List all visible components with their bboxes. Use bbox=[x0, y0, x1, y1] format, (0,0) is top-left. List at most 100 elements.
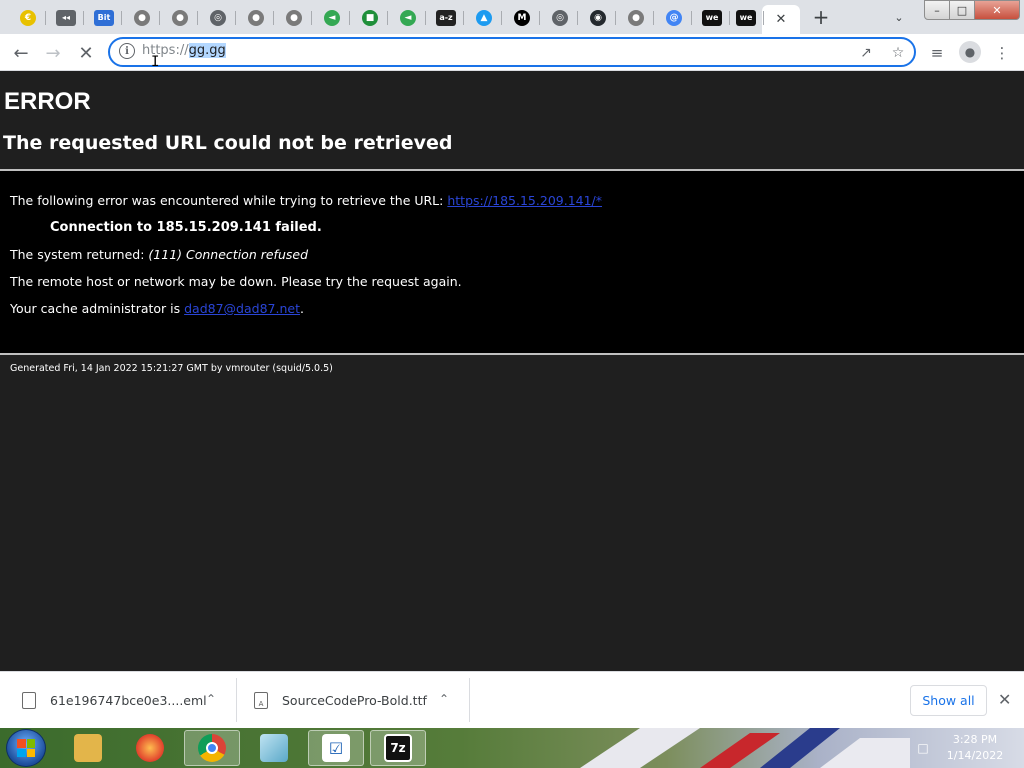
globe-icon: ● bbox=[628, 10, 644, 26]
github-icon: ◉ bbox=[590, 10, 606, 26]
page-content: ERROR The requested URL could not be ret… bbox=[0, 71, 1024, 671]
bit-icon: Bit bbox=[94, 10, 114, 26]
tab-separator bbox=[539, 11, 540, 25]
taskbar-notepad[interactable] bbox=[246, 730, 302, 766]
green-tag-icon: ■ bbox=[362, 10, 378, 26]
checklist-icon: ☑ bbox=[322, 734, 350, 762]
browser-tab[interactable]: ◄ bbox=[314, 5, 350, 31]
browser-tab[interactable]: ◎ bbox=[200, 5, 236, 31]
admin-email-link[interactable]: dad87@dad87.net bbox=[184, 301, 300, 316]
globe-icon: ● bbox=[248, 10, 264, 26]
tab-separator bbox=[311, 11, 312, 25]
tab-separator bbox=[501, 11, 502, 25]
system-clock[interactable]: 3:28 PM 1/14/2022 bbox=[940, 732, 1010, 764]
speaker-icon: ◂◂ bbox=[56, 10, 76, 26]
browser-tab[interactable]: ▲ bbox=[466, 5, 502, 31]
tab-separator bbox=[349, 11, 350, 25]
close-window-button[interactable]: ✕ bbox=[974, 0, 1020, 20]
site-info-icon[interactable]: i bbox=[119, 43, 135, 59]
tab-separator bbox=[45, 11, 46, 25]
az-icon: a-z bbox=[436, 10, 456, 26]
green-arrow-icon: ◄ bbox=[400, 10, 416, 26]
tab-search-button[interactable]: ⌄ bbox=[888, 7, 910, 27]
browser-tab[interactable]: a-z bbox=[428, 5, 464, 31]
tab-separator bbox=[159, 11, 160, 25]
download-item[interactable]: A SourceCodePro-Bold.ttf bbox=[254, 672, 427, 729]
windows-logo-icon bbox=[17, 739, 35, 757]
browser-tab[interactable]: ● bbox=[276, 5, 312, 31]
browser-tab[interactable]: ◉ bbox=[580, 5, 616, 31]
stop-loading-button[interactable]: ✕ bbox=[73, 40, 99, 66]
browser-tab[interactable]: M bbox=[504, 5, 540, 31]
maximize-button[interactable]: □ bbox=[949, 0, 975, 20]
tab-separator bbox=[197, 11, 198, 25]
chevron-up-icon[interactable]: ⌃ bbox=[439, 692, 449, 706]
text-cursor-icon: I bbox=[151, 54, 160, 70]
tab-separator bbox=[273, 11, 274, 25]
browser-tab[interactable]: we bbox=[694, 5, 730, 31]
browser-tab[interactable]: ● bbox=[618, 5, 654, 31]
browser-tab[interactable]: ◂◂ bbox=[48, 5, 84, 31]
show-all-downloads-button[interactable]: Show all bbox=[910, 685, 987, 716]
profile-avatar-icon[interactable]: ● bbox=[959, 41, 981, 63]
tab-separator bbox=[691, 11, 692, 25]
font-file-icon: A bbox=[254, 692, 268, 709]
cache-admin-line: Your cache administrator is dad87@dad87.… bbox=[10, 301, 304, 316]
network-tray-icon[interactable]: □ bbox=[915, 739, 931, 757]
close-tab-icon[interactable]: ✕ bbox=[776, 12, 787, 27]
browser-tab[interactable]: ◄ bbox=[390, 5, 426, 31]
browser-tab[interactable]: ■ bbox=[352, 5, 388, 31]
failed-url-link[interactable]: https://185.15.209.141/* bbox=[447, 193, 602, 208]
connection-failed-line: Connection to 185.15.209.141 failed. bbox=[50, 220, 322, 235]
browser-tab[interactable]: Bit bbox=[86, 5, 122, 31]
taskbar-tasklist[interactable]: ☑ bbox=[308, 730, 364, 766]
firefox-icon bbox=[136, 734, 164, 762]
menu-kebab-icon[interactable]: ⋮ bbox=[991, 42, 1013, 64]
browser-tab[interactable]: ● bbox=[124, 5, 160, 31]
share-icon[interactable]: ↗ bbox=[856, 43, 876, 63]
minimize-button[interactable]: – bbox=[924, 0, 950, 20]
tab-separator bbox=[577, 11, 578, 25]
address-host: gg.gg bbox=[188, 43, 226, 58]
new-tab-button[interactable]: + bbox=[809, 5, 833, 29]
taskbar-explorer[interactable] bbox=[60, 730, 116, 766]
error-subtitle: The requested URL could not be retrieved bbox=[3, 132, 453, 154]
download-filename: 61e196747bce0e3....eml bbox=[50, 693, 207, 708]
system-returned-line: The system returned: (111) Connection re… bbox=[10, 247, 308, 262]
browser-tab[interactable]: we bbox=[728, 5, 764, 31]
we-icon: we bbox=[736, 10, 756, 26]
start-button[interactable] bbox=[6, 729, 46, 767]
tab-separator bbox=[83, 11, 84, 25]
browser-tab[interactable]: ● bbox=[238, 5, 274, 31]
error-title: ERROR bbox=[4, 88, 91, 115]
browser-tab[interactable]: ◎ bbox=[542, 5, 578, 31]
download-item[interactable]: 61e196747bce0e3....eml bbox=[22, 672, 207, 729]
yellow-circle-icon: € bbox=[20, 10, 36, 26]
active-tab[interactable]: ✕ bbox=[762, 5, 800, 34]
browser-tab[interactable]: € bbox=[10, 5, 46, 31]
close-shelf-icon[interactable]: ✕ bbox=[998, 690, 1011, 709]
bookmark-star-icon[interactable]: ☆ bbox=[888, 43, 908, 63]
error-details: The following error was encountered whil… bbox=[0, 171, 1024, 353]
back-button[interactable]: ← bbox=[8, 40, 34, 66]
browser-tab[interactable]: ● bbox=[162, 5, 198, 31]
address-bar[interactable]: i https://gg.gg ↗ ☆ bbox=[108, 37, 916, 67]
tab-separator bbox=[463, 11, 464, 25]
browser-tab[interactable]: @ bbox=[656, 5, 692, 31]
globe-icon: ● bbox=[172, 10, 188, 26]
reading-list-icon[interactable]: ≡ bbox=[926, 42, 948, 64]
chrome-icon: ◎ bbox=[210, 10, 226, 26]
chrome-icon bbox=[198, 734, 226, 762]
tab-separator bbox=[653, 11, 654, 25]
taskbar-firefox[interactable] bbox=[122, 730, 178, 766]
tab-separator bbox=[763, 11, 764, 25]
forward-button[interactable]: → bbox=[40, 40, 66, 66]
generated-footer: Generated Fri, 14 Jan 2022 15:21:27 GMT … bbox=[10, 363, 333, 374]
taskbar-7zip[interactable]: 7z bbox=[370, 730, 426, 766]
download-shelf: 61e196747bce0e3....eml ⌃ A SourceCodePro… bbox=[0, 671, 1024, 728]
chevron-up-icon[interactable]: ⌃ bbox=[206, 692, 216, 706]
folder-icon bbox=[74, 734, 102, 762]
taskbar-chrome[interactable] bbox=[184, 730, 240, 766]
host-down-line: The remote host or network may be down. … bbox=[10, 274, 462, 289]
globe-icon: ● bbox=[286, 10, 302, 26]
